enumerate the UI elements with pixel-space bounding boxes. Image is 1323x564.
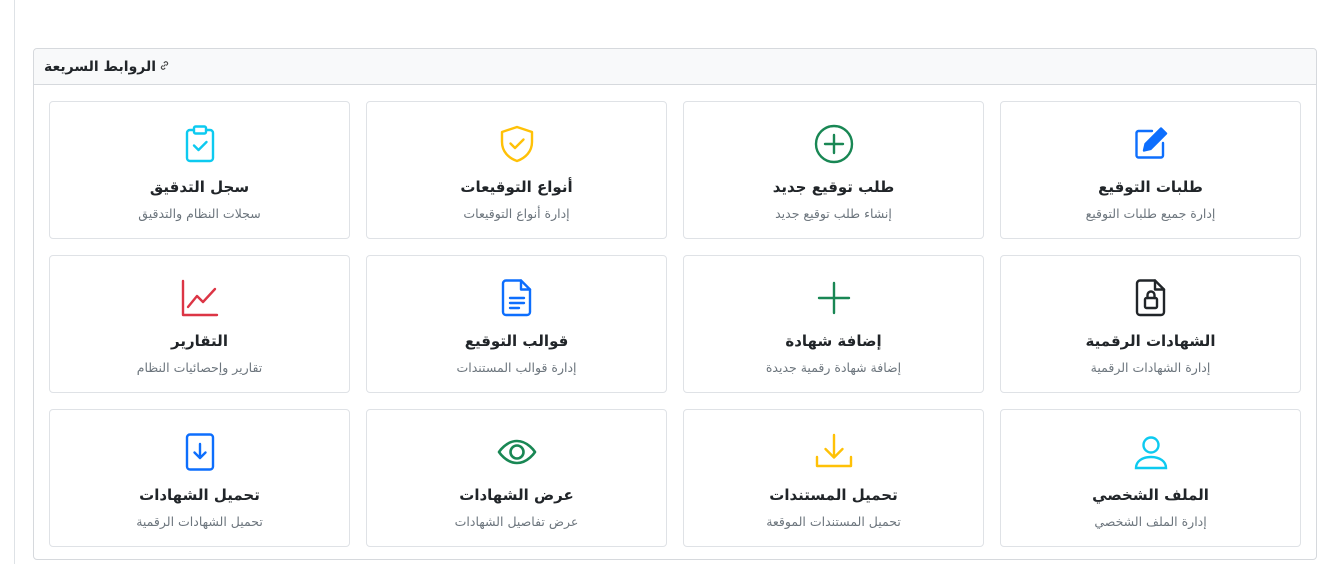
tile-title: تحميل المستندات — [769, 486, 898, 504]
card-header: الروابط السريعة — [34, 49, 1316, 85]
quick-links-card: الروابط السريعة طلبات التوقيع إدارة جميع… — [33, 48, 1317, 560]
quick-link-digital-certificates[interactable]: الشهادات الرقمية إدارة الشهادات الرقمية — [1000, 255, 1301, 393]
quick-link-download-certificates[interactable]: تحميل الشهادات تحميل الشهادات الرقمية — [49, 409, 350, 547]
download-icon — [812, 430, 856, 474]
tile-title: الشهادات الرقمية — [1085, 332, 1216, 350]
tile-title: إضافة شهادة — [785, 332, 882, 350]
quick-link-reports[interactable]: التقارير تقارير وإحصائيات النظام — [49, 255, 350, 393]
tile-description: تحميل الشهادات الرقمية — [136, 514, 263, 529]
tile-description: تقارير وإحصائيات النظام — [136, 360, 263, 375]
shield-check-icon — [495, 122, 539, 166]
file-text-icon — [495, 276, 539, 320]
pencil-square-icon — [1129, 122, 1173, 166]
tile-title: أنواع التوقيعات — [460, 178, 573, 196]
card-title-text: الروابط السريعة — [44, 58, 157, 75]
eye-icon — [495, 430, 539, 474]
tile-title: عرض الشهادات — [459, 486, 574, 504]
link-icon — [159, 60, 170, 74]
tile-description: سجلات النظام والتدقيق — [138, 206, 261, 221]
quick-link-signature-types[interactable]: أنواع التوقيعات إدارة أنواع التوقيعات — [366, 101, 667, 239]
tile-title: قوالب التوقيع — [464, 332, 569, 350]
quick-link-new-signature-request[interactable]: طلب توقيع جديد إنشاء طلب توقيع جديد — [683, 101, 984, 239]
quick-link-signature-templates[interactable]: قوالب التوقيع إدارة قوالب المستندات — [366, 255, 667, 393]
tile-description: إدارة أنواع التوقيعات — [463, 206, 570, 221]
quick-link-view-certificates[interactable]: عرض الشهادات عرض تفاصيل الشهادات — [366, 409, 667, 547]
tile-title: الملف الشخصي — [1092, 486, 1209, 504]
plus-circle-icon — [812, 122, 856, 166]
quick-link-add-certificate[interactable]: إضافة شهادة إضافة شهادة رقمية جديدة — [683, 255, 984, 393]
tile-description: إدارة قوالب المستندات — [456, 360, 577, 375]
file-lock-icon — [1129, 276, 1173, 320]
graph-up-icon — [178, 276, 222, 320]
tile-description: إضافة شهادة رقمية جديدة — [765, 360, 902, 375]
tile-description: إدارة جميع طلبات التوقيع — [1085, 206, 1216, 221]
plus-icon — [812, 276, 856, 320]
tile-title: تحميل الشهادات — [139, 486, 260, 504]
file-arrow-down-icon — [178, 430, 222, 474]
person-icon — [1129, 430, 1173, 474]
tile-description: عرض تفاصيل الشهادات — [454, 514, 579, 529]
tile-title: طلبات التوقيع — [1098, 178, 1203, 196]
tile-description: إدارة الشهادات الرقمية — [1090, 360, 1211, 375]
tile-title: طلب توقيع جديد — [772, 178, 895, 196]
quick-link-profile[interactable]: الملف الشخصي إدارة الملف الشخصي — [1000, 409, 1301, 547]
quick-link-signature-requests[interactable]: طلبات التوقيع إدارة جميع طلبات التوقيع — [1000, 101, 1301, 239]
quick-links-grid: طلبات التوقيع إدارة جميع طلبات التوقيع ط… — [49, 101, 1301, 547]
tile-description: تحميل المستندات الموقعة — [766, 514, 901, 529]
tile-title: التقارير — [171, 332, 228, 350]
quick-link-download-documents[interactable]: تحميل المستندات تحميل المستندات الموقعة — [683, 409, 984, 547]
page-divider — [14, 0, 15, 564]
tile-description: إدارة الملف الشخصي — [1094, 514, 1207, 529]
quick-link-audit-log[interactable]: سجل التدقيق سجلات النظام والتدقيق — [49, 101, 350, 239]
clipboard-check-icon — [178, 122, 222, 166]
card-title: الروابط السريعة — [44, 59, 170, 75]
tile-description: إنشاء طلب توقيع جديد — [775, 206, 892, 221]
tile-title: سجل التدقيق — [149, 178, 250, 196]
